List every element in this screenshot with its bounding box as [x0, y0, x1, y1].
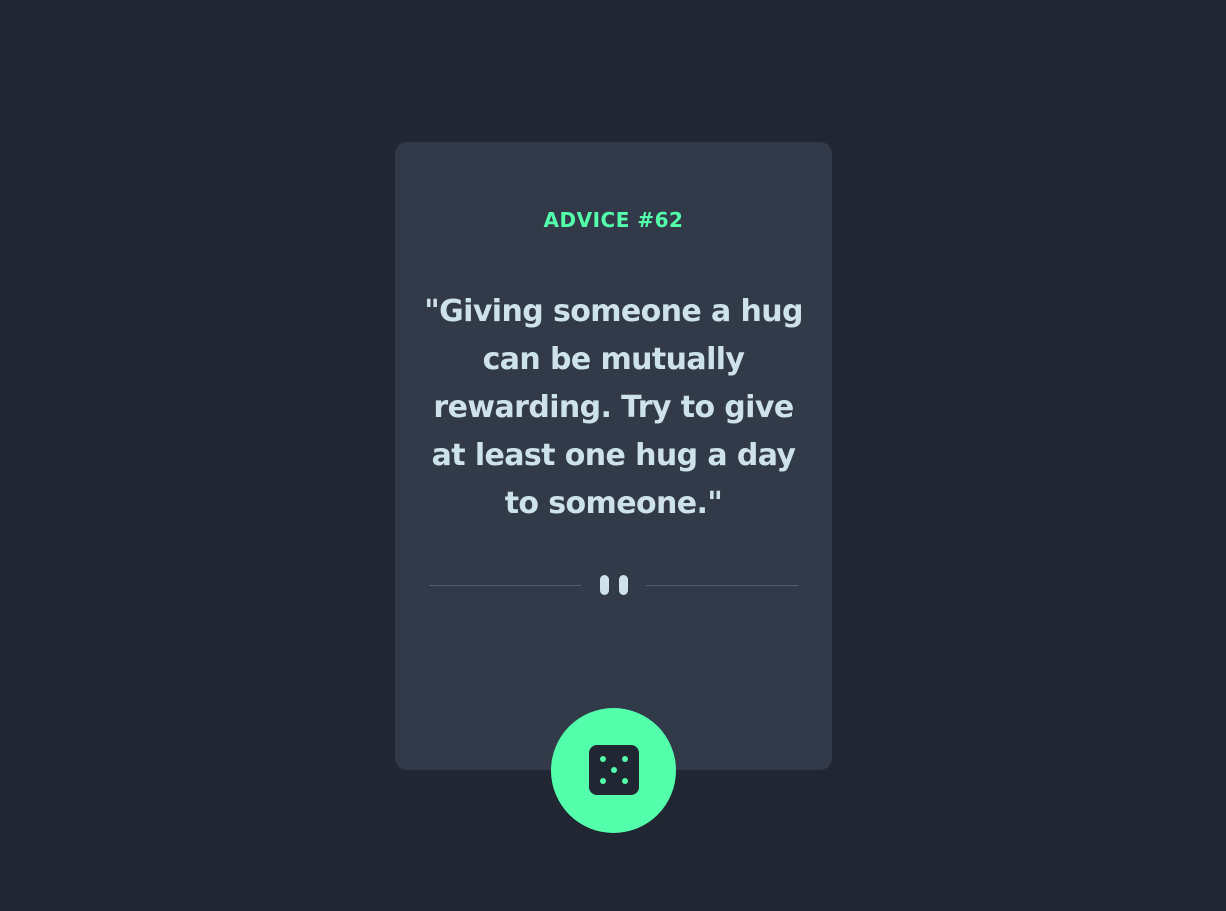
advice-quote: "Giving someone a hug can be mutually re…	[424, 294, 803, 521]
divider-line-left	[429, 585, 581, 586]
advice-card: ADVICE #62 "Giving someone a hug can be …	[395, 142, 832, 770]
generate-advice-button[interactable]	[551, 708, 676, 833]
advice-number: ADVICE #62	[543, 208, 684, 232]
divider	[429, 570, 798, 600]
divider-line-right	[646, 585, 798, 586]
dice-icon	[589, 745, 639, 795]
pause-icon	[599, 575, 628, 595]
